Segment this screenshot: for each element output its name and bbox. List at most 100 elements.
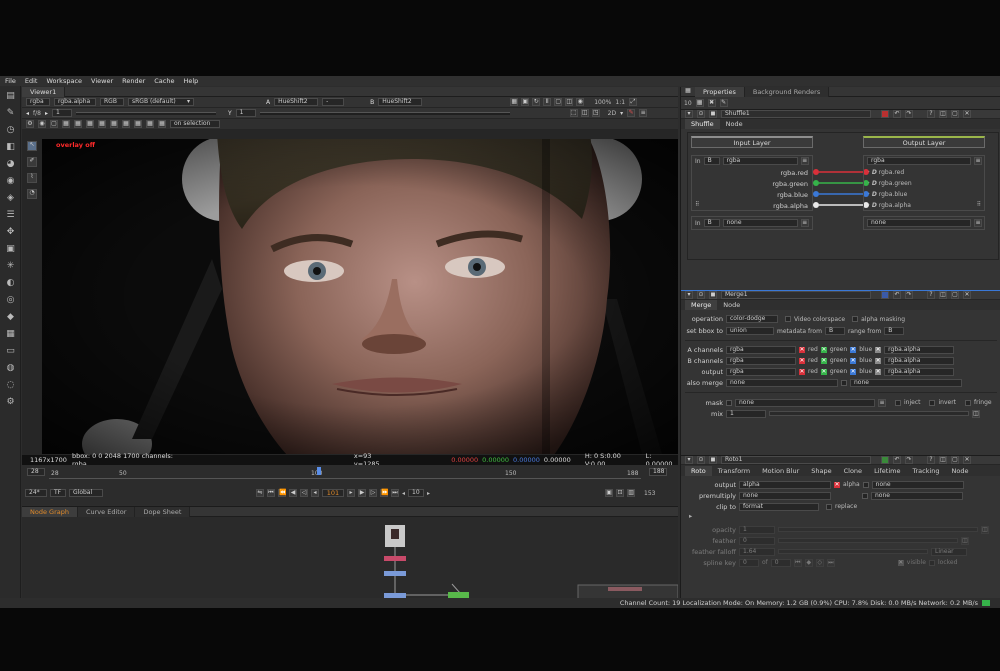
help-icon[interactable]: ?	[927, 291, 935, 299]
in-point-field[interactable]: 28	[27, 468, 45, 476]
feather-falloff-slider[interactable]	[778, 549, 928, 554]
b-alpha-dropdown[interactable]: rgba.alpha	[884, 356, 955, 365]
tab-roto-node[interactable]: Node	[946, 466, 975, 476]
settings-icon[interactable]: ⚙	[26, 120, 34, 128]
keyer-tool-icon[interactable]: ◈	[5, 192, 16, 203]
deep-tool-icon[interactable]: ◐	[5, 277, 16, 288]
views-tool-icon[interactable]: ◎	[5, 294, 16, 305]
help-icon[interactable]: ?	[927, 110, 935, 118]
lock-panels-icon[interactable]: ▦	[695, 99, 704, 107]
settings-tool-icon[interactable]: ⚙	[5, 396, 16, 407]
select-tool-icon[interactable]: ↖	[27, 141, 37, 151]
alpha-checkbox[interactable]: ✕	[875, 357, 882, 364]
expand-arrow-icon[interactable]: ▸	[681, 512, 1000, 524]
center-node-icon[interactable]: ⊙	[697, 291, 705, 299]
gpu-icon[interactable]: ▣	[521, 98, 530, 106]
feather-falloff-field[interactable]: 1.64	[739, 547, 775, 556]
output-channels-dropdown[interactable]: rgba	[726, 367, 796, 376]
refresh-icon[interactable]: ↻	[532, 98, 541, 106]
of-field[interactable]: 0	[770, 558, 791, 567]
collapse-icon[interactable]: ▾	[685, 110, 693, 118]
tab-motion-blur[interactable]: Motion Blur	[756, 466, 805, 476]
roto-output-dropdown[interactable]: alpha	[739, 480, 831, 489]
output-alpha-dropdown[interactable]: rgba.alpha	[884, 367, 955, 376]
blue-checkbox[interactable]: ✕	[850, 346, 857, 353]
range-lock-icon[interactable]: ▥	[627, 489, 636, 497]
opacity-anim-icon[interactable]: ◫	[981, 525, 989, 534]
undo-icon[interactable]: ↶	[893, 291, 901, 299]
merge-name-field[interactable]: Merge1	[721, 291, 871, 299]
roi-mode-dropdown[interactable]: on selection	[170, 120, 220, 128]
tab-properties[interactable]: Properties	[695, 86, 745, 97]
brush-tool-icon[interactable]: ⌇	[27, 173, 37, 183]
zoom-level[interactable]: 100%	[594, 99, 611, 106]
out-point-field[interactable]: 188	[649, 468, 667, 476]
collapse-icon[interactable]: ▾	[685, 456, 693, 464]
proxy-icon[interactable]: ◫	[565, 98, 574, 106]
tab-shape[interactable]: Shape	[805, 466, 837, 476]
dodge-tool-icon[interactable]: ◔	[27, 189, 37, 199]
alpha-masking-checkbox[interactable]	[852, 316, 859, 322]
mask-menu-icon[interactable]: ≡	[878, 398, 886, 407]
pen-icon[interactable]: ✎	[719, 99, 728, 107]
time-tool-icon[interactable]: ◷	[5, 124, 16, 135]
gain-field[interactable]: 1	[51, 109, 72, 117]
float-icon[interactable]: ▢	[951, 291, 959, 299]
display-channels-dropdown[interactable]: RGB	[100, 98, 124, 106]
also-merge2-dropdown[interactable]: none	[850, 378, 962, 387]
add-key-icon[interactable]: ◆	[804, 558, 813, 567]
toolsets-tool-icon[interactable]: ▦	[5, 328, 16, 339]
also-merge-checkbox[interactable]	[841, 379, 847, 386]
capture-icon[interactable]: ◉	[38, 120, 46, 128]
collapse-icon[interactable]: ▾	[685, 291, 693, 299]
alpha-channel-dropdown[interactable]: rgba.alpha	[54, 98, 96, 106]
next-frame-icon[interactable]: ▸	[347, 489, 355, 497]
fringe-checkbox[interactable]	[965, 399, 972, 406]
in2-input-dropdown[interactable]: B	[703, 219, 720, 227]
tab-lifetime[interactable]: Lifetime	[868, 466, 906, 476]
channel-tool-icon[interactable]: ◧	[5, 141, 16, 152]
in2-layer-dropdown[interactable]: none	[722, 219, 798, 227]
menu-help[interactable]: Help	[183, 77, 198, 85]
loop-icon[interactable]: ▣	[605, 489, 614, 497]
revert-icon[interactable]: ◫	[939, 291, 947, 299]
roto-output-extra-dropdown[interactable]: none	[871, 480, 964, 489]
metadata-dropdown[interactable]: B	[824, 327, 845, 335]
output-extra-checkbox[interactable]	[862, 481, 869, 488]
in-input-dropdown[interactable]: B	[703, 157, 720, 165]
prev-frame-icon[interactable]: ◂	[311, 489, 319, 497]
checker-icon[interactable]: ▦	[510, 98, 519, 106]
transform-tool-icon[interactable]: ✥	[5, 226, 16, 237]
undo-icon[interactable]: ↶	[893, 110, 901, 118]
play-forward-icon[interactable]: ▶	[358, 489, 366, 497]
wipe-mode-dropdown[interactable]: -	[322, 98, 345, 106]
gamma-field[interactable]: 1	[235, 109, 256, 117]
video-colorspace-checkbox[interactable]	[785, 316, 791, 322]
roto-name-field[interactable]: Roto1	[721, 456, 871, 464]
frame-ruler[interactable]: 28 50 100 150 188	[49, 467, 641, 479]
frame-range-dropdown[interactable]: Global	[69, 489, 103, 497]
center-node-icon[interactable]: ⊙	[697, 110, 705, 118]
clip-dropdown[interactable]: format	[739, 502, 819, 511]
spline-key-field[interactable]: 0	[739, 558, 759, 567]
in2-layer-menu-icon[interactable]: ≡	[800, 219, 809, 227]
tab-transform[interactable]: Transform	[712, 466, 756, 476]
out-layer-dropdown[interactable]: rgba	[867, 157, 971, 165]
feather-slider[interactable]	[778, 538, 958, 543]
redo-icon[interactable]: ↷	[905, 110, 913, 118]
next-keyframe-icon[interactable]: ⏩	[380, 489, 388, 497]
center-node-icon[interactable]: ⊙	[697, 456, 705, 464]
tab-merge[interactable]: Merge	[685, 300, 718, 310]
clip-warning-icon[interactable]: ◫	[580, 109, 589, 117]
viewer-tool-5-icon[interactable]: ▦	[110, 120, 118, 128]
particles-tool-icon[interactable]: ✳	[5, 260, 16, 271]
channel-set-dropdown[interactable]: rgba	[26, 98, 50, 106]
falloff-type-dropdown[interactable]: Linear	[931, 547, 967, 556]
out2-layer-dropdown[interactable]: none	[867, 219, 971, 227]
visible-checkbox[interactable]: ✕	[897, 559, 904, 566]
viewer-tool-9-icon[interactable]: ▦	[158, 120, 166, 128]
a-channels-dropdown[interactable]: rgba	[726, 345, 796, 354]
gamma-slider[interactable]	[259, 111, 510, 115]
also-merge-dropdown[interactable]: none	[726, 378, 838, 387]
green-checkbox[interactable]: ✕	[820, 357, 827, 364]
